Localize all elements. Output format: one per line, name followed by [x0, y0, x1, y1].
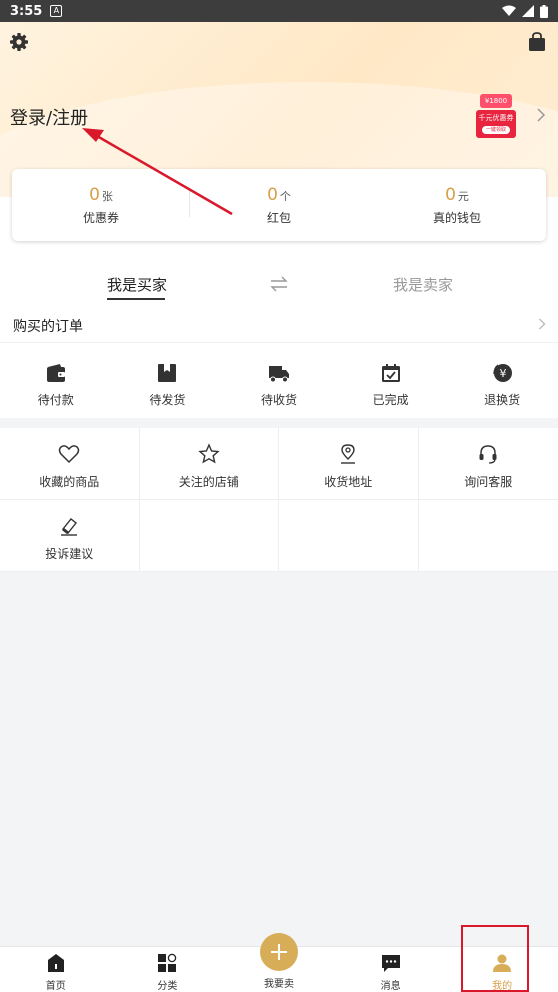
- service-label: 询问客服: [464, 475, 513, 489]
- promo-amount: ¥1800: [480, 94, 512, 108]
- yen-refund-icon: ¥: [493, 364, 513, 382]
- sell-button[interactable]: [259, 933, 298, 971]
- service-favorites[interactable]: 收藏的商品: [0, 428, 140, 500]
- category-icon: [158, 953, 177, 972]
- order-pending-shipment[interactable]: 待发货: [112, 348, 224, 412]
- stat-value: 0: [89, 184, 100, 205]
- stat-red-packets[interactable]: 0个 红包: [190, 169, 368, 241]
- nav-label: 首页: [45, 981, 66, 992]
- battery-icon: [540, 4, 548, 18]
- wifi-icon: [502, 5, 516, 16]
- wallet-stats-card: 0张 优惠券 0个 红包 0元 真的钱包: [12, 169, 546, 241]
- service-label: 收藏的商品: [39, 475, 100, 489]
- order-item-label: 待收货: [260, 393, 297, 407]
- stat-label: 真的钱包: [432, 210, 481, 225]
- service-feedback[interactable]: 投诉建议: [0, 500, 140, 572]
- service-label: 投诉建议: [45, 547, 94, 561]
- wallet-icon: [46, 364, 65, 382]
- order-item-label: 已完成: [372, 393, 409, 407]
- stat-value: 0: [445, 184, 456, 205]
- box-icon: [158, 364, 177, 382]
- annotation-highlight-box: [461, 925, 529, 992]
- nav-category[interactable]: 分类: [112, 947, 224, 992]
- nav-home[interactable]: 首页: [0, 947, 112, 992]
- signal-icon: [522, 5, 534, 17]
- order-pending-receipt[interactable]: 待收货: [223, 348, 335, 412]
- stat-value: 0: [267, 184, 278, 205]
- gear-icon[interactable]: [9, 32, 29, 52]
- order-status-row: 待付款 待发货 待收货 已完成 ¥ 退换货: [0, 348, 558, 412]
- grid-empty-cell: [139, 500, 279, 572]
- grid-empty-cell: [279, 500, 419, 572]
- order-item-label: 待发货: [149, 393, 186, 407]
- login-register-link[interactable]: 登录/注册: [10, 104, 88, 130]
- status-bar: 3:55 A: [0, 0, 558, 22]
- shopping-bag-icon[interactable]: [528, 32, 546, 52]
- tab-seller[interactable]: 我是卖家: [393, 274, 453, 295]
- stat-unit: 个: [279, 189, 291, 203]
- status-right-icons: [502, 4, 548, 18]
- svg-text:¥: ¥: [500, 367, 507, 380]
- service-shipping-address[interactable]: 收货地址: [279, 428, 419, 500]
- swap-arrows-icon[interactable]: [270, 276, 288, 292]
- stat-wallet[interactable]: 0元 真的钱包: [368, 169, 546, 241]
- tab-buyer[interactable]: 我是买家: [107, 274, 167, 295]
- calendar-check-icon: [381, 364, 400, 382]
- star-icon: [198, 443, 220, 464]
- grid-empty-cell: [418, 500, 558, 572]
- promo-body: 千元优惠券 一键领取: [476, 110, 516, 138]
- status-time: 3:55: [10, 3, 43, 19]
- order-pending-payment[interactable]: 待付款: [0, 348, 112, 412]
- nav-label: 分类: [157, 981, 178, 992]
- service-customer-support[interactable]: 询问客服: [418, 428, 558, 500]
- stat-label: 优惠券: [82, 210, 119, 225]
- chevron-right-icon[interactable]: [536, 108, 546, 122]
- role-tabs: 我是买家 我是卖家: [0, 270, 558, 302]
- order-returns[interactable]: ¥ 退换货: [446, 348, 558, 412]
- orders-title: 购买的订单: [13, 319, 83, 335]
- heart-icon: [59, 445, 80, 464]
- services-grid: 收藏的商品 关注的店铺 收货地址 询问客服 投诉建议: [0, 428, 558, 572]
- chevron-right-icon: [539, 318, 546, 330]
- stat-unit: 张: [101, 189, 113, 203]
- nav-label: 我要卖: [263, 979, 294, 990]
- nav-messages[interactable]: 消息: [335, 947, 447, 992]
- active-tab-indicator: [107, 298, 165, 300]
- truck-icon: [268, 366, 289, 383]
- service-followed-shops[interactable]: 关注的店铺: [139, 428, 279, 500]
- eraser-edit-icon: [61, 518, 78, 536]
- headset-icon: [479, 445, 497, 464]
- stat-label: 红包: [266, 210, 291, 225]
- stat-coupons[interactable]: 0张 优惠券: [12, 169, 190, 241]
- nav-sell[interactable]: 我要卖: [223, 933, 335, 992]
- coupon-promo-banner[interactable]: ¥1800 千元优惠券 一键领取: [474, 86, 518, 142]
- home-icon: [47, 954, 64, 972]
- promo-claim-button: 一键领取: [482, 126, 510, 134]
- order-item-label: 待付款: [37, 393, 74, 407]
- order-completed[interactable]: 已完成: [335, 348, 447, 412]
- notification-icon: A: [50, 5, 63, 17]
- stat-unit: 元: [457, 189, 469, 203]
- order-item-label: 退换货: [484, 393, 521, 407]
- promo-title: 千元优惠券: [478, 114, 514, 122]
- nav-label: 消息: [380, 981, 401, 992]
- plus-icon: [270, 944, 287, 960]
- service-label: 关注的店铺: [178, 475, 239, 489]
- chat-icon: [381, 955, 400, 972]
- service-label: 收货地址: [324, 475, 373, 489]
- orders-header[interactable]: 购买的订单: [0, 307, 558, 343]
- location-pin-icon: [341, 444, 356, 464]
